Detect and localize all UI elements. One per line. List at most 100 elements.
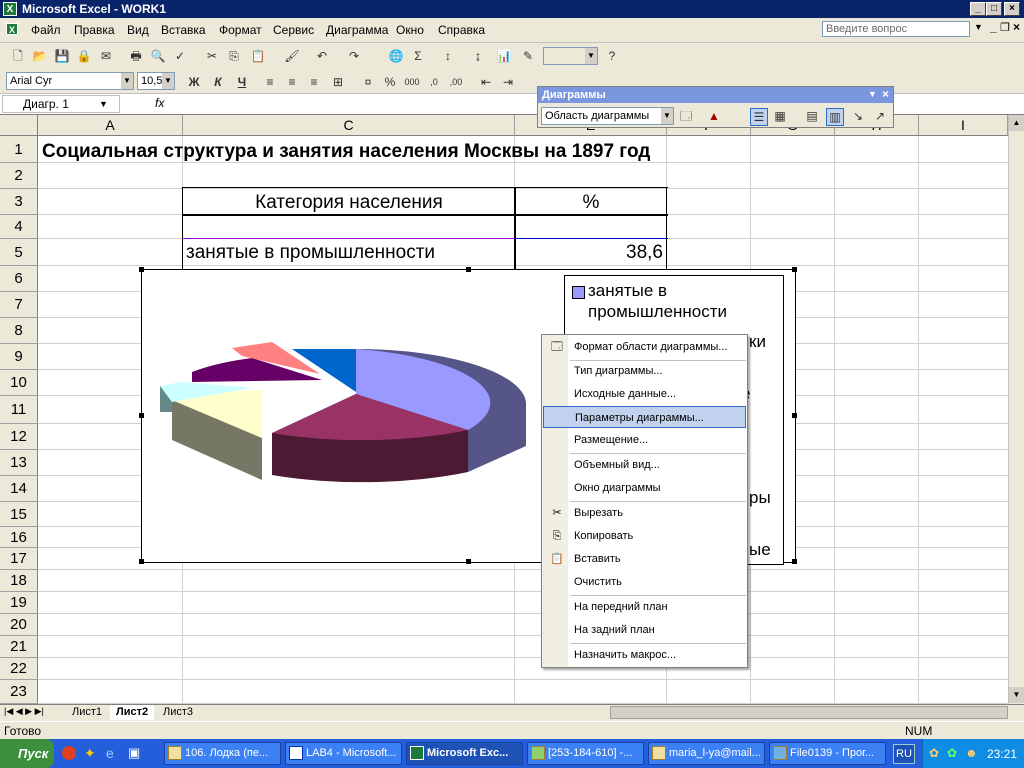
row-header[interactable]: 15 bbox=[0, 502, 38, 527]
bold-button[interactable]: Ж bbox=[186, 74, 202, 90]
sheet-title-cell[interactable]: Социальная структура и занятия населения… bbox=[42, 141, 650, 163]
by-row-icon[interactable]: ▤ bbox=[804, 108, 820, 124]
percent-icon[interactable]: % bbox=[382, 74, 398, 90]
drawing-icon[interactable]: ✎ bbox=[520, 48, 536, 64]
task-button-1[interactable]: 106. Лодка (пе... bbox=[164, 742, 281, 765]
row-header[interactable]: 7 bbox=[0, 292, 38, 318]
quicklaunch-tool-icon[interactable]: ✦ bbox=[84, 745, 96, 762]
row-header[interactable]: 5 bbox=[0, 239, 38, 266]
row-header[interactable]: 10 bbox=[0, 370, 38, 396]
quicklaunch-desktop-icon[interactable]: ▣ bbox=[128, 745, 140, 761]
format-chart-area-icon[interactable]: 🗔 bbox=[678, 108, 694, 124]
menu-view[interactable]: Вид bbox=[127, 23, 149, 37]
quicklaunch-opera-icon[interactable] bbox=[62, 746, 76, 760]
align-center-icon[interactable]: ≡ bbox=[284, 74, 300, 90]
row-header[interactable]: 3 bbox=[0, 189, 38, 215]
row-header[interactable]: 12 bbox=[0, 424, 38, 450]
menu-item-send-back[interactable]: На задний план bbox=[543, 619, 746, 641]
dropdown-arrow-icon[interactable]: ▼ bbox=[974, 22, 983, 32]
row-header[interactable]: 16 bbox=[0, 527, 38, 548]
row-header[interactable]: 1 bbox=[0, 136, 38, 163]
menu-file[interactable]: Файл bbox=[31, 23, 61, 37]
align-left-icon[interactable]: ≡ bbox=[262, 74, 278, 90]
menu-item-location[interactable]: Размещение... bbox=[543, 429, 746, 451]
sheet-tab-2[interactable]: Лист2 bbox=[110, 705, 155, 720]
quicklaunch-ie-icon[interactable]: e bbox=[106, 745, 114, 761]
name-box[interactable]: Диагр. 1 ▼ bbox=[2, 95, 120, 113]
column-header-c[interactable]: C bbox=[183, 115, 515, 136]
thousands-icon[interactable]: 000 bbox=[404, 74, 420, 90]
sort-desc-icon[interactable]: ↨ bbox=[470, 48, 486, 64]
resize-handle[interactable] bbox=[792, 413, 797, 418]
doc-minimize-button[interactable]: _ bbox=[990, 20, 997, 34]
row-header[interactable]: 19 bbox=[0, 592, 38, 614]
menu-edit[interactable]: Правка bbox=[74, 23, 115, 37]
autosum-icon[interactable]: Σ bbox=[410, 48, 426, 64]
angle-text-down-icon[interactable]: ↘ bbox=[850, 108, 866, 124]
select-all-corner[interactable] bbox=[0, 115, 38, 136]
task-button-6[interactable]: File0139 - Прог... bbox=[769, 742, 886, 765]
data-table-icon[interactable]: ▦ bbox=[772, 108, 788, 124]
resize-handle[interactable] bbox=[466, 559, 471, 564]
sheet-tab-1[interactable]: Лист1 bbox=[66, 705, 108, 720]
row-header[interactable]: 21 bbox=[0, 636, 38, 658]
row-header[interactable]: 2 bbox=[0, 163, 38, 189]
zoom-combo[interactable]: ▼ bbox=[543, 47, 598, 65]
menu-item-paste[interactable]: 📋 Вставить bbox=[543, 548, 746, 570]
menu-item-chart-window[interactable]: Окно диаграммы bbox=[543, 477, 746, 499]
row-header[interactable]: 11 bbox=[0, 396, 38, 424]
fx-icon[interactable]: fx bbox=[155, 96, 164, 110]
format-painter-icon[interactable]: 🖌 bbox=[284, 48, 300, 64]
name-box-arrow-icon[interactable]: ▼ bbox=[99, 96, 108, 112]
chart-type-icon[interactable]: ▲ bbox=[706, 108, 722, 124]
menu-chart[interactable]: Диаграмма bbox=[326, 23, 388, 37]
email-icon[interactable]: ✉ bbox=[98, 48, 114, 64]
font-size-combo[interactable]: 10,5 ▼ bbox=[137, 72, 175, 90]
row-header[interactable]: 6 bbox=[0, 266, 38, 292]
resize-handle[interactable] bbox=[139, 413, 144, 418]
paste-icon[interactable]: 📋 bbox=[250, 48, 266, 64]
task-button-2[interactable]: LAB4 - Microsoft... bbox=[285, 742, 402, 765]
new-icon[interactable]: 🗋 bbox=[10, 48, 26, 64]
maximize-button[interactable]: □ bbox=[986, 2, 1002, 16]
header-category-cell[interactable]: Категория населения bbox=[183, 192, 515, 214]
doc-restore-button[interactable]: ❐ bbox=[1000, 21, 1010, 34]
spelling-icon[interactable]: ✓ bbox=[172, 48, 188, 64]
preview-icon[interactable]: 🔍 bbox=[150, 48, 166, 64]
row-header[interactable]: 18 bbox=[0, 570, 38, 592]
sort-asc-icon[interactable]: ↕ bbox=[440, 48, 456, 64]
undo-icon[interactable]: ↶ bbox=[314, 48, 330, 64]
open-icon[interactable]: 📂 bbox=[32, 48, 48, 64]
tray-icon-1[interactable]: ✿ bbox=[929, 746, 939, 760]
row-header[interactable]: 17 bbox=[0, 548, 38, 570]
value-cell-row5[interactable]: 38,6 bbox=[515, 242, 663, 264]
menu-help[interactable]: Справка bbox=[438, 23, 485, 37]
scroll-down-icon[interactable]: ▼ bbox=[1009, 687, 1024, 703]
angle-text-up-icon[interactable]: ↗ bbox=[872, 108, 888, 124]
first-sheet-icon[interactable]: |◀ ◀ ▶ ▶| bbox=[4, 706, 44, 717]
chart-element-combo[interactable]: Область диаграммы ▼ bbox=[541, 107, 674, 125]
sheet-tab-3[interactable]: Лист3 bbox=[157, 705, 199, 720]
start-button[interactable]: Пуск bbox=[0, 739, 54, 768]
excel-icon[interactable]: X bbox=[3, 2, 17, 16]
task-button-3[interactable]: Microsoft Exc... bbox=[406, 742, 523, 765]
help-icon[interactable]: ? bbox=[604, 48, 620, 64]
minimize-button[interactable]: _ bbox=[970, 2, 986, 16]
row-header[interactable]: 23 bbox=[0, 680, 38, 704]
underline-button[interactable]: Ч bbox=[234, 74, 250, 90]
column-header-i[interactable]: I bbox=[919, 115, 1008, 136]
increase-decimal-icon[interactable]: ,0 bbox=[426, 74, 442, 90]
vertical-scrollbar[interactable]: ▲ ▼ bbox=[1008, 115, 1024, 704]
doc-close-button[interactable]: × bbox=[1013, 20, 1020, 34]
decrease-indent-icon[interactable]: ⇤ bbox=[478, 74, 494, 90]
hyperlink-icon[interactable]: 🌐 bbox=[388, 48, 404, 64]
close-button[interactable]: × bbox=[1004, 2, 1020, 16]
by-column-icon[interactable]: ▥ bbox=[826, 108, 844, 126]
menu-item-chart-options[interactable]: Параметры диаграммы... bbox=[543, 406, 746, 428]
menu-item-cut[interactable]: ✂ Вырезать bbox=[543, 502, 746, 524]
menu-item-bring-front[interactable]: На передний план bbox=[543, 596, 746, 618]
task-button-4[interactable]: [253-184-610] -... bbox=[527, 742, 644, 765]
save-icon[interactable]: 💾 bbox=[54, 48, 70, 64]
menu-item-format-chart-area[interactable]: 🗔 Формат области диаграммы... bbox=[543, 336, 746, 358]
row-header[interactable]: 20 bbox=[0, 614, 38, 636]
